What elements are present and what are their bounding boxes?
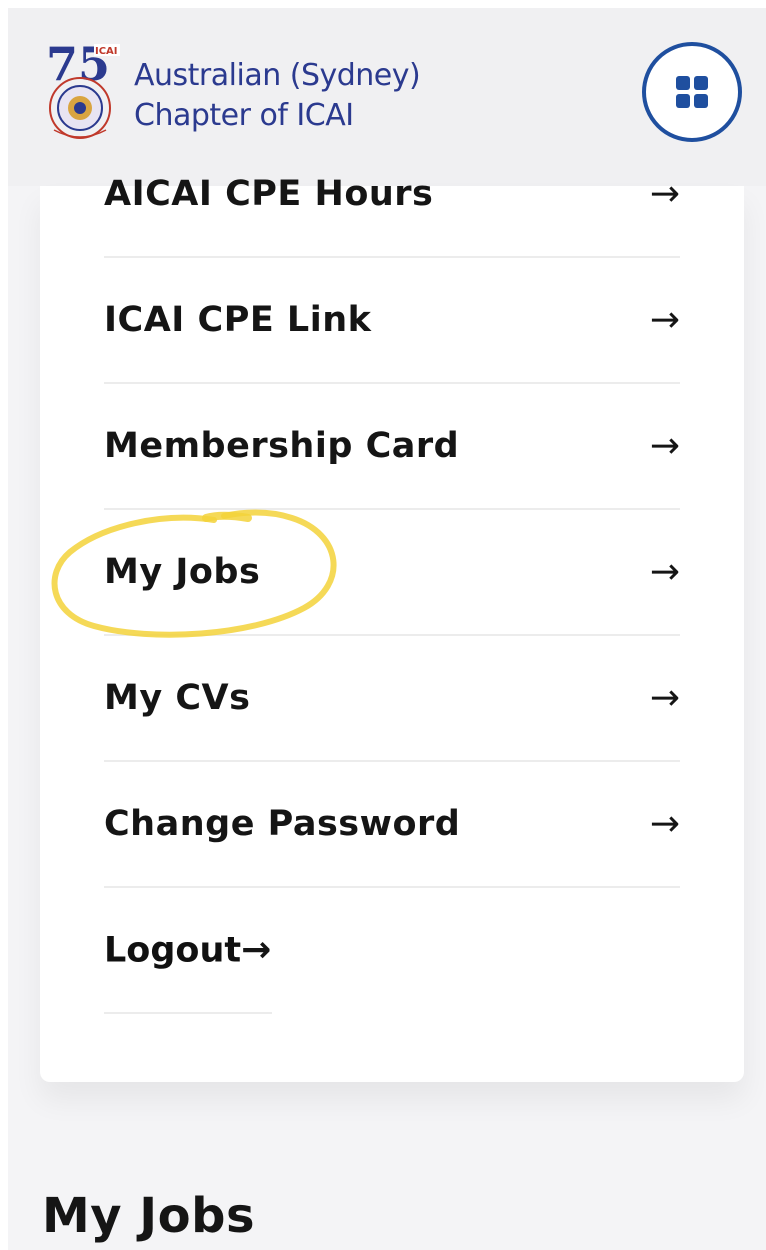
menu-toggle-button[interactable] [642, 42, 742, 142]
arrow-right-icon: → [649, 299, 680, 341]
top-border [0, 0, 766, 8]
menu-item-membership-card[interactable]: Membership Card → [104, 384, 680, 510]
menu-item-label: My Jobs [104, 552, 261, 592]
menu-item-aicai-cpe-hours[interactable]: AICAI CPE Hours → [104, 132, 680, 258]
menu-item-label: Change Password [104, 804, 461, 844]
menu-item-logout[interactable]: Logout→ [104, 888, 272, 1014]
menu-item-label: ICAI CPE Link [104, 300, 372, 340]
brand-line-2: Chapter of ICAI [134, 98, 354, 133]
arrow-right-icon: → [649, 425, 680, 467]
menu-item-label: Logout [104, 930, 242, 971]
menu-item-label: Membership Card [104, 426, 460, 466]
left-border [0, 0, 8, 1250]
arrow-right-icon: → [241, 929, 272, 971]
arrow-right-icon: → [649, 803, 680, 845]
menu-item-my-cvs[interactable]: My CVs → [104, 636, 680, 762]
logout-link: Logout→ [104, 930, 271, 971]
grid-icon [676, 76, 708, 108]
menu-item-icai-cpe-link[interactable]: ICAI CPE Link → [104, 258, 680, 384]
page-title: My Jobs [42, 1188, 256, 1244]
brand-line-1: Australian (Sydney) [134, 58, 421, 93]
arrow-right-icon: → [649, 677, 680, 719]
menu-item-my-jobs[interactable]: My Jobs → [104, 510, 680, 636]
logo-badge: ICAI [95, 46, 118, 57]
arrow-right-icon: → [649, 173, 680, 215]
account-menu: AICAI CPE Hours → ICAI CPE Link → Member… [40, 174, 744, 1082]
menu-item-change-password[interactable]: Change Password → [104, 762, 680, 888]
arrow-right-icon: → [649, 551, 680, 593]
menu-item-label: My CVs [104, 678, 251, 718]
brand-title[interactable]: Australian (Sydney) Chapter of ICAI [134, 56, 421, 136]
menu-item-label: AICAI CPE Hours [104, 174, 434, 214]
icai-75-logo[interactable]: 75 ICAI [44, 42, 140, 146]
